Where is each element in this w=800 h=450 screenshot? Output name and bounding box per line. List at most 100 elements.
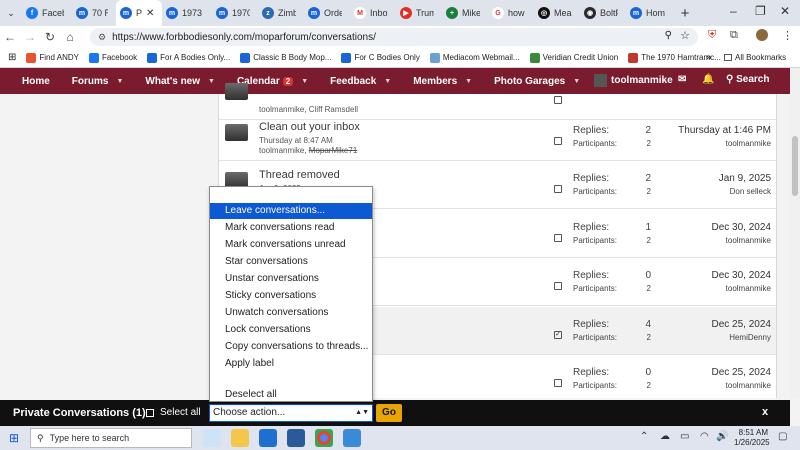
notifications-icon[interactable]: ▢	[778, 431, 787, 442]
tab-close-icon[interactable]: ✕	[146, 8, 154, 19]
bookmark-item[interactable]: Veridian Credit Union	[529, 52, 618, 63]
row-select-checkbox[interactable]	[554, 234, 562, 242]
bookmark-item[interactable]: Mediacom Webmail...	[429, 52, 520, 63]
restore-icon[interactable]: ❐	[755, 4, 766, 18]
bookmark-star-icon[interactable]: ☆	[680, 29, 690, 42]
snipping-tool-icon[interactable]	[343, 429, 361, 447]
bookmark-item[interactable]: For A Bodies Only...	[147, 52, 230, 63]
row-select-checkbox[interactable]	[554, 137, 562, 145]
chrome-icon[interactable]	[315, 429, 333, 447]
tray-chevron-icon[interactable]: ⌃	[640, 431, 648, 442]
browser-tab[interactable]: m Order	[304, 0, 350, 26]
last-message-author[interactable]: Don selleck	[730, 187, 771, 196]
last-message-date[interactable]: Dec 30, 2024	[712, 222, 772, 233]
action-option[interactable]: Sticky conversations	[210, 288, 372, 304]
browser-tab[interactable]: Ghow t	[488, 0, 534, 26]
url-bar[interactable]: ⚙ https://www.forbbodiesonly.com/moparfo…	[90, 28, 698, 46]
action-option[interactable]: Apply label	[210, 356, 372, 372]
apps-grid-icon[interactable]: ⊞	[8, 52, 16, 63]
last-message-date[interactable]: Dec 25, 2024	[712, 319, 772, 330]
reload-icon[interactable]: ↻	[40, 30, 60, 44]
row-select-checkbox[interactable]: ✓	[554, 331, 562, 339]
action-option[interactable]: Leave conversations...	[210, 203, 372, 219]
row-select-checkbox[interactable]	[554, 185, 562, 193]
taskbar-clock[interactable]: 8:51 AM 1/26/2025	[734, 428, 770, 448]
browser-tab[interactable]: z Zimb	[258, 0, 304, 26]
nav-item-what-s-new[interactable]: What's new ▼	[145, 76, 215, 87]
site-info-icon[interactable]: ⚙	[98, 32, 106, 43]
browser-tab[interactable]: M Inbox	[350, 0, 396, 26]
browser-tab[interactable]: ▶ Trump	[396, 0, 442, 26]
browser-tab[interactable]: ◎ Meas	[534, 0, 580, 26]
browser-tab[interactable]: + Mike	[442, 0, 488, 26]
conversation-title[interactable]: Clean out your inbox	[259, 121, 360, 133]
store-icon[interactable]	[287, 429, 305, 447]
browser-tab[interactable]: m P ✕	[116, 0, 162, 26]
outlook-icon[interactable]	[259, 429, 277, 447]
action-option[interactable]: Mark conversations read	[210, 220, 372, 236]
bookmark-item[interactable]: Classic B Body Mop...	[240, 52, 331, 63]
last-message-date[interactable]: Jan 9, 2025	[719, 173, 771, 184]
action-option[interactable]: Copy conversations to threads...	[210, 339, 372, 355]
volume-icon[interactable]: 🔊	[716, 431, 728, 442]
nav-item-home[interactable]: Home	[22, 76, 50, 87]
extension-icon[interactable]: ⛨	[708, 29, 716, 42]
network-icon[interactable]: ▭	[680, 431, 689, 442]
new-tab-button[interactable]: +	[674, 5, 696, 22]
action-select[interactable]: Choose action... ▲▼	[209, 404, 373, 422]
file-explorer-icon[interactable]	[231, 429, 249, 447]
last-message-author[interactable]: toolmanmike	[726, 236, 771, 245]
windows-start-icon[interactable]: ⊞	[0, 431, 28, 445]
browser-tab[interactable]: m 1970	[212, 0, 258, 26]
browser-tab[interactable]: m 70 RF	[72, 0, 116, 26]
home-icon[interactable]: ⌂	[60, 30, 80, 44]
action-option[interactable]: Unstar conversations	[210, 271, 372, 287]
extensions-puzzle-icon[interactable]: ⧉	[730, 29, 738, 42]
close-mod-bar-icon[interactable]: x	[762, 406, 768, 418]
profile-avatar[interactable]	[756, 29, 768, 41]
browser-tab[interactable]: ◉ BoltP	[580, 0, 626, 26]
onedrive-icon[interactable]: ☁	[660, 431, 670, 442]
wifi-icon[interactable]: ◠	[700, 431, 709, 442]
row-select-checkbox[interactable]	[554, 96, 562, 104]
action-option[interactable]: Unwatch conversations	[210, 305, 372, 321]
scrollbar-thumb[interactable]	[792, 136, 798, 196]
last-message-author[interactable]: HemiDenny	[729, 333, 771, 342]
forward-icon[interactable]: →	[20, 30, 40, 44]
zoom-icon[interactable]: ⚲	[665, 30, 672, 41]
select-all-checkbox[interactable]: Select all	[146, 407, 201, 418]
action-option[interactable]: Mark conversations unread	[210, 237, 372, 253]
bookmarks-more-icon[interactable]: »	[706, 52, 712, 63]
last-message-date[interactable]: Dec 25, 2024	[712, 367, 772, 378]
last-message-date[interactable]: Dec 30, 2024	[712, 270, 772, 281]
participants-label: Participants:	[573, 139, 618, 148]
nav-item-forums[interactable]: Forums ▼	[72, 76, 124, 87]
all-bookmarks-button[interactable]: All Bookmarks	[724, 53, 786, 62]
conversation-title[interactable]: Thread removed	[259, 169, 340, 181]
last-message-author[interactable]: toolmanmike	[726, 381, 771, 390]
go-button[interactable]: Go	[376, 404, 402, 422]
page-scrollbar[interactable]	[790, 68, 800, 398]
action-option[interactable]: Deselect all	[210, 387, 372, 403]
browser-tab[interactable]: f Faceb	[22, 0, 72, 26]
action-option[interactable]: Lock conversations	[210, 322, 372, 338]
last-message-date[interactable]: Thursday at 1:46 PM	[678, 125, 771, 136]
close-window-icon[interactable]: ✕	[780, 4, 790, 18]
action-option[interactable]: Star conversations	[210, 254, 372, 270]
minimize-icon[interactable]: –	[730, 4, 737, 18]
last-message-author[interactable]: toolmanmike	[726, 284, 771, 293]
back-icon[interactable]: ←	[0, 30, 20, 44]
bookmark-item[interactable]: Find ANDY	[26, 52, 79, 63]
row-select-checkbox[interactable]	[554, 282, 562, 290]
bookmark-item[interactable]: Facebook	[88, 52, 137, 63]
tab-search-icon[interactable]: ⌄	[0, 0, 22, 26]
task-view-icon[interactable]	[203, 429, 221, 447]
browser-menu-icon[interactable]: ⋮	[782, 29, 793, 42]
taskbar-search-box[interactable]: ⚲ Type here to search	[30, 428, 192, 448]
row-select-checkbox[interactable]	[554, 379, 562, 387]
conversation-row[interactable]: Clean out your inbox Thursday at 8:47 AM t…	[219, 113, 776, 161]
browser-tab[interactable]: m 1973	[162, 0, 212, 26]
last-message-author[interactable]: toolmanmike	[726, 139, 771, 148]
browser-tab[interactable]: m Hom	[626, 0, 674, 26]
bookmark-item[interactable]: For C Bodies Only	[341, 52, 420, 63]
